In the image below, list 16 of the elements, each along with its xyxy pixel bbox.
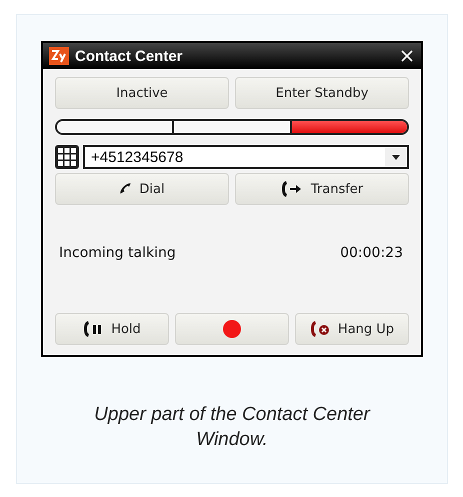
dial-button[interactable]: Dial	[55, 173, 229, 205]
window-title: Contact Center	[75, 48, 184, 64]
keypad-icon[interactable]	[55, 145, 79, 169]
status-button[interactable]: Enter Standby	[235, 77, 409, 109]
transfer-button[interactable]: Transfer	[235, 173, 409, 205]
record-button[interactable]	[175, 313, 289, 345]
record-icon	[223, 320, 241, 338]
hold-button[interactable]: Hold	[55, 313, 169, 345]
figure-caption: Upper part of the Contact Center Window.	[93, 403, 372, 452]
hang-up-button[interactable]: Hang Up	[295, 313, 409, 345]
status-button[interactable]: Inactive	[55, 77, 229, 109]
app-logo-icon	[49, 47, 69, 65]
close-icon[interactable]	[401, 50, 413, 62]
call-timer: 00:00:23	[340, 245, 403, 261]
call-status: Incoming talking	[59, 245, 176, 261]
phone-hangup-icon	[310, 320, 332, 338]
